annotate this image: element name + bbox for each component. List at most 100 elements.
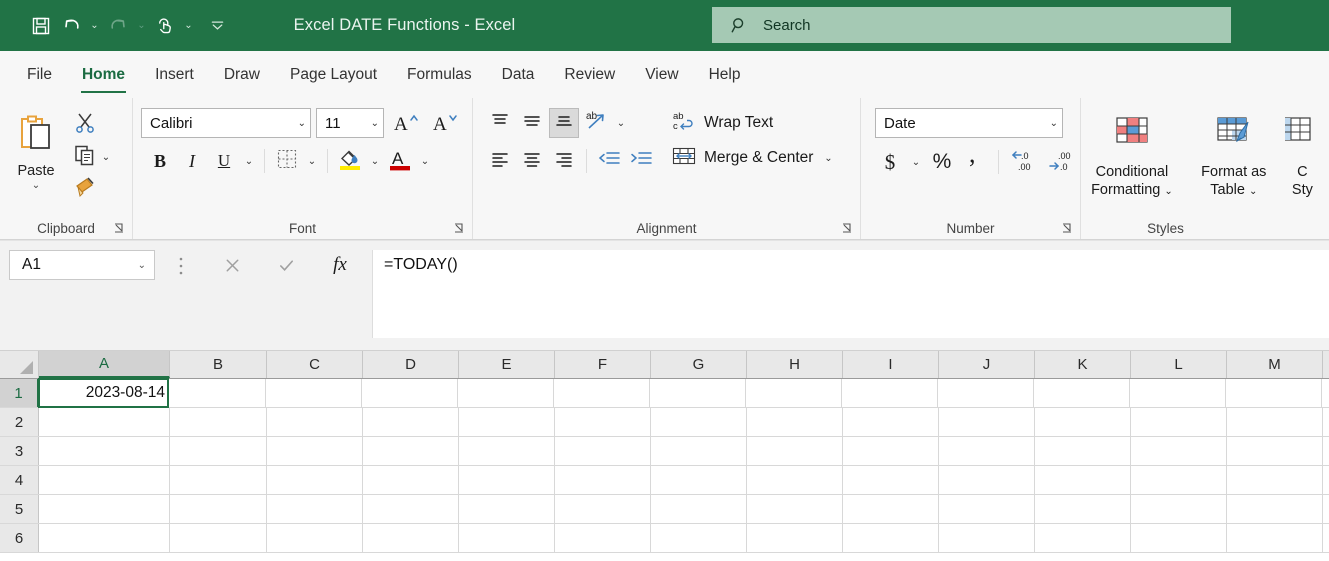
cell-h6[interactable] [747,524,843,552]
cell-k3[interactable] [1035,437,1131,465]
column-header-b[interactable]: B [170,351,267,378]
cell-h4[interactable] [747,466,843,494]
cell-e6[interactable] [459,524,555,552]
cell-c5[interactable] [267,495,363,523]
touch-mode-icon[interactable] [150,9,180,43]
cell-b5[interactable] [170,495,267,523]
cell-m4[interactable] [1227,466,1323,494]
cell-f3[interactable] [555,437,651,465]
accounting-format-button[interactable]: $ [875,147,905,177]
cell-b4[interactable] [170,466,267,494]
font-dialog-launcher-icon[interactable] [453,222,465,234]
italic-button[interactable]: I [177,146,207,176]
column-header-e[interactable]: E [459,351,555,378]
cf-caret-icon[interactable]: ⌄ [1164,186,1172,197]
align-bottom-button[interactable] [549,108,579,138]
orientation-button[interactable]: ab [581,108,611,138]
touch-mode-dropdown-caret-icon[interactable]: ⌄ [180,9,197,43]
borders-dropdown-caret-icon[interactable]: ⌄ [304,156,320,167]
cell-f6[interactable] [555,524,651,552]
cell-d2[interactable] [363,408,459,436]
align-left-button[interactable] [485,146,515,176]
redo-dropdown-caret-icon[interactable]: ⌄ [133,9,150,43]
cell-f4[interactable] [555,466,651,494]
row-header-4[interactable]: 4 [0,466,39,494]
cell-j5[interactable] [939,495,1035,523]
cell-g2[interactable] [651,408,747,436]
fat-caret-icon[interactable]: ⌄ [1249,186,1257,197]
insert-function-icon[interactable]: fx [313,250,367,280]
cell-c4[interactable] [267,466,363,494]
search-box[interactable]: Search [712,7,1231,43]
cell-g1[interactable] [650,379,746,407]
cell-a1[interactable]: 2023-08-14 [38,378,169,408]
row-header-2[interactable]: 2 [0,408,39,436]
cell-e4[interactable] [459,466,555,494]
cell-h1[interactable] [746,379,842,407]
cell-i3[interactable] [843,437,939,465]
cell-l5[interactable] [1131,495,1227,523]
cell-l6[interactable] [1131,524,1227,552]
increase-indent-button[interactable] [626,146,656,176]
decrease-font-size-icon[interactable]: A [428,108,462,138]
column-header-h[interactable]: H [747,351,843,378]
column-header-c[interactable]: C [267,351,363,378]
cell-f1[interactable] [554,379,650,407]
cell-m6[interactable] [1227,524,1323,552]
undo-dropdown-caret-icon[interactable]: ⌄ [86,9,103,43]
cell-j2[interactable] [939,408,1035,436]
cell-e3[interactable] [459,437,555,465]
cell-m2[interactable] [1227,408,1323,436]
cell-a4[interactable] [39,466,170,494]
column-header-d[interactable]: D [363,351,459,378]
align-middle-button[interactable] [517,108,547,138]
cell-l1[interactable] [1130,379,1226,407]
cell-a6[interactable] [39,524,170,552]
orientation-dropdown-caret-icon[interactable]: ⌄ [613,118,629,129]
percent-format-button[interactable]: % [927,147,957,177]
decrease-indent-button[interactable] [594,146,624,176]
cell-a5[interactable] [39,495,170,523]
cell-h2[interactable] [747,408,843,436]
increase-font-size-icon[interactable]: A [389,108,423,138]
column-header-a[interactable]: A [39,351,170,378]
formula-bar-grip-icon[interactable] [175,255,187,277]
cell-f2[interactable] [555,408,651,436]
cell-c3[interactable] [267,437,363,465]
cell-m1[interactable] [1226,379,1322,407]
underline-dropdown-caret-icon[interactable]: ⌄ [241,156,257,167]
decrease-decimal-button[interactable]: .00 .0 [1044,147,1078,177]
borders-button[interactable] [272,146,302,176]
row-header-3[interactable]: 3 [0,437,39,465]
column-header-k[interactable]: K [1035,351,1131,378]
column-header-f[interactable]: F [555,351,651,378]
number-format-combo[interactable]: Date ⌄ [875,108,1063,138]
row-header-5[interactable]: 5 [0,495,39,523]
cell-b1[interactable] [169,379,266,407]
clipboard-dialog-launcher-icon[interactable] [113,222,125,234]
cell-k4[interactable] [1035,466,1131,494]
wrap-text-button[interactable]: ab c Wrap Text [671,104,859,138]
cell-j3[interactable] [939,437,1035,465]
bold-button[interactable]: B [145,146,175,176]
cell-l4[interactable] [1131,466,1227,494]
cell-c6[interactable] [267,524,363,552]
cell-a3[interactable] [39,437,170,465]
copy-button[interactable]: ⌄ [72,142,114,172]
increase-decimal-button[interactable]: .0 .00 [1007,147,1041,177]
cell-h5[interactable] [747,495,843,523]
format-painter-button[interactable] [72,174,100,204]
merge-center-dropdown-caret-icon[interactable]: ⌄ [820,153,836,164]
cancel-formula-icon[interactable] [205,250,259,280]
cell-d3[interactable] [363,437,459,465]
tab-data[interactable]: Data [487,51,550,98]
tab-view[interactable]: View [630,51,693,98]
cell-i2[interactable] [843,408,939,436]
font-color-dropdown-caret-icon[interactable]: ⌄ [417,156,433,167]
cell-g6[interactable] [651,524,747,552]
tab-review[interactable]: Review [549,51,630,98]
name-box[interactable]: A1 ⌄ [9,250,155,280]
cell-b2[interactable] [170,408,267,436]
align-top-button[interactable] [485,108,515,138]
cell-g3[interactable] [651,437,747,465]
